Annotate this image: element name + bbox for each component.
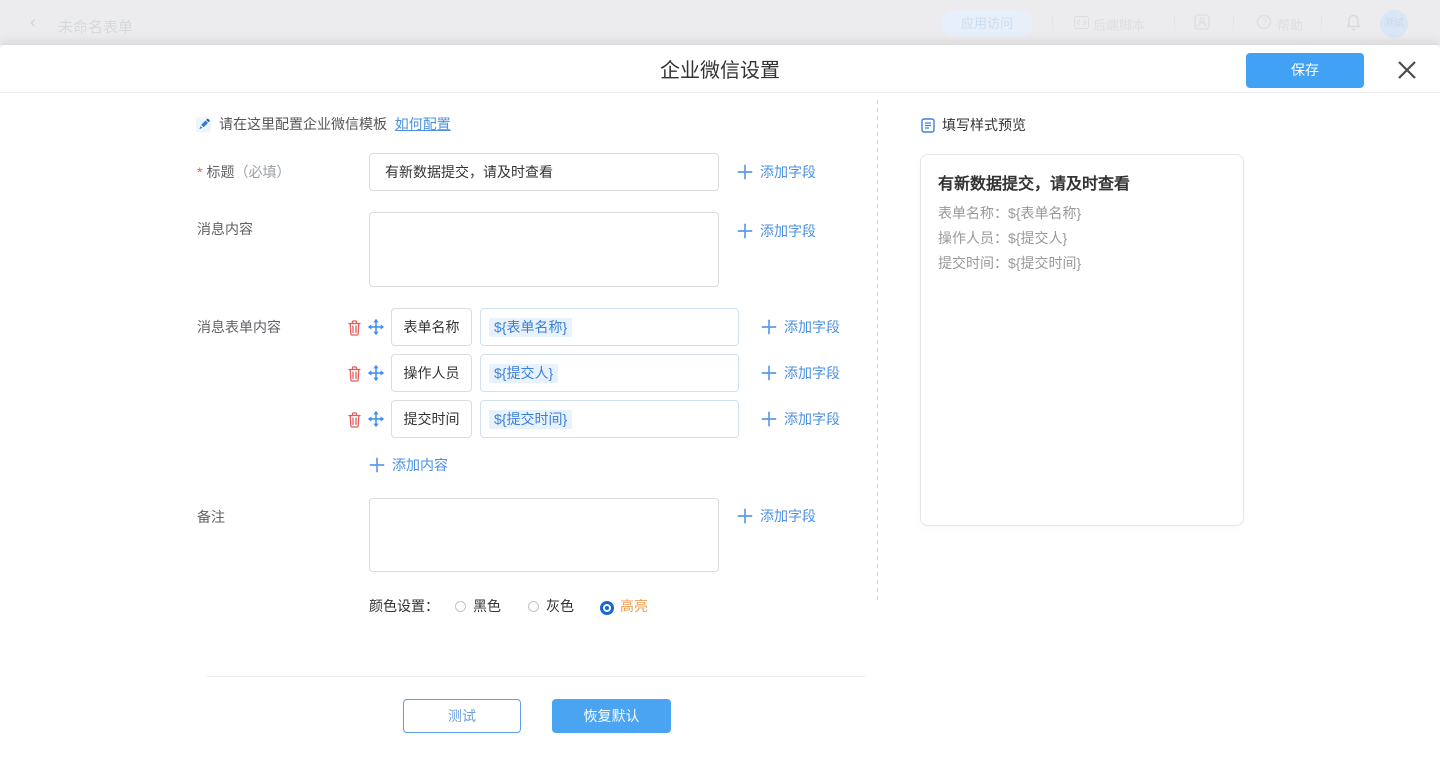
- svg-text:?: ?: [1261, 17, 1266, 27]
